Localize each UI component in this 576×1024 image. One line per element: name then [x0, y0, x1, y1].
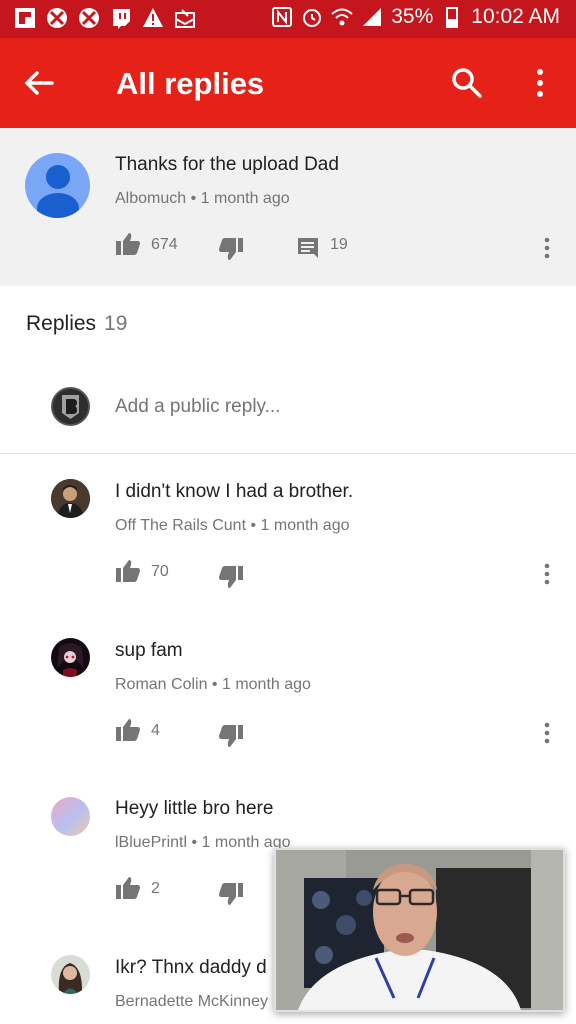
comment-author[interactable]: Roman Colin — [115, 676, 207, 693]
battery-icon — [441, 6, 463, 28]
avatar[interactable] — [51, 955, 90, 994]
avatar[interactable] — [51, 797, 90, 836]
back-arrow-icon[interactable] — [22, 66, 56, 100]
comment-text: I didn't know I had a brother. — [115, 481, 354, 502]
replies-count: 19 — [104, 312, 128, 335]
avatar[interactable] — [51, 479, 90, 518]
clock: 10:02 AM — [471, 5, 560, 28]
like-count: 674 — [151, 236, 178, 253]
video-frame — [276, 850, 563, 1010]
comment-text: Ikr? Thnx daddy d — [115, 957, 267, 978]
thumbs-up-icon[interactable] — [115, 876, 141, 900]
search-icon[interactable] — [450, 66, 484, 100]
comment-meta: Off The Rails Cunt • 1 month ago — [115, 517, 350, 534]
comment-meta: Roman Colin • 1 month ago — [115, 676, 311, 693]
comment-meta: Albomuch • 1 month ago — [115, 190, 290, 207]
notification-icons — [14, 7, 196, 29]
comment-time: 1 month ago — [221, 676, 311, 693]
thumbs-up-icon[interactable] — [115, 559, 141, 583]
user-avatar[interactable] — [51, 387, 90, 426]
thumbs-down-icon[interactable] — [218, 237, 244, 261]
signal-icon — [361, 6, 383, 28]
page-title: All replies — [116, 66, 265, 101]
comment-author[interactable]: Off The Rails Cunt — [115, 517, 246, 534]
comment-text: sup fam — [115, 640, 183, 661]
avatar[interactable] — [25, 153, 90, 218]
wifi-icon — [331, 6, 353, 28]
comment-meta: Bernadette McKinney — [115, 993, 268, 1011]
comment-time: 1 month ago — [260, 517, 350, 534]
alarm-icon — [301, 6, 323, 28]
divider — [0, 453, 576, 454]
avatar[interactable] — [51, 638, 90, 677]
comment-author[interactable]: Bernadette McKinney — [115, 993, 268, 1010]
thumbs-up-icon[interactable] — [115, 232, 141, 256]
comment-text: Thanks for the upload Dad — [115, 154, 339, 175]
more-vert-icon[interactable] — [541, 562, 553, 586]
thumbs-down-icon[interactable] — [218, 724, 244, 748]
comment-text: Heyy little bro here — [115, 798, 274, 819]
comment-time: 1 month ago — [200, 190, 290, 207]
more-vert-icon[interactable] — [541, 236, 553, 260]
like-count: 70 — [151, 563, 169, 580]
replies-header: Replies 19 — [26, 312, 127, 336]
nfc-icon — [271, 6, 293, 28]
comment-author[interactable]: lBluePrintl — [115, 834, 187, 851]
parent-comment: Thanks for the upload Dad Albomuch • 1 m… — [0, 128, 576, 286]
reply-comment-icon[interactable] — [297, 237, 319, 259]
replies-label: Replies — [26, 312, 97, 335]
more-vert-icon[interactable] — [541, 721, 553, 745]
xbox-icon — [78, 7, 100, 29]
battery-percent: 35% — [391, 5, 434, 28]
mail-icon — [174, 7, 196, 29]
like-count: 2 — [151, 880, 160, 897]
more-vert-icon[interactable] — [528, 66, 552, 100]
app-bar: All replies — [0, 38, 576, 128]
thumbs-down-icon[interactable] — [218, 882, 244, 906]
comment-meta: lBluePrintl • 1 month ago — [115, 834, 291, 851]
picture-in-picture-video[interactable] — [274, 848, 565, 1012]
thumbs-up-icon[interactable] — [115, 718, 141, 742]
flipboard-icon — [14, 7, 36, 29]
comment-author[interactable]: Albomuch — [115, 190, 186, 207]
reply-input[interactable] — [115, 396, 535, 418]
system-icons: 35% 10:02 AM — [271, 5, 560, 29]
xbox-icon — [46, 7, 68, 29]
reply-count: 19 — [330, 236, 348, 253]
status-bar: 35% 10:02 AM — [0, 0, 576, 38]
like-count: 4 — [151, 722, 160, 739]
thumbs-down-icon[interactable] — [218, 565, 244, 589]
alert-icon — [142, 7, 164, 29]
twitch-icon — [110, 7, 132, 29]
